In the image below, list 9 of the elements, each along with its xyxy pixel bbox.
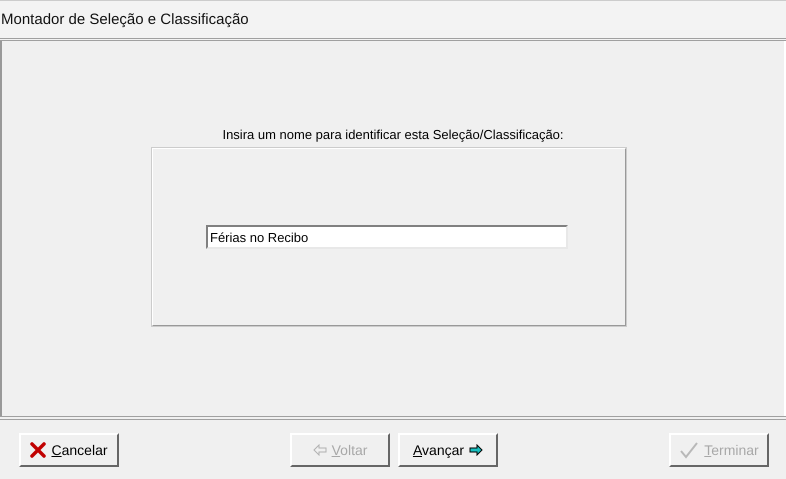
cancel-button[interactable]: Cancelar: [19, 432, 119, 466]
prompt-label: Insira um nome para identificar esta Seleção/Classificação:: [222, 127, 564, 142]
close-icon: [30, 442, 46, 458]
checkmark-icon: [679, 440, 700, 458]
name-field[interactable]: Férias no Recibo: [206, 225, 568, 249]
right-arrow-icon: [469, 444, 484, 456]
next-button[interactable]: Avançar: [398, 432, 498, 466]
left-arrow-icon: [312, 444, 327, 456]
window-title: Montador de Seleção e Classificação: [0, 11, 249, 28]
